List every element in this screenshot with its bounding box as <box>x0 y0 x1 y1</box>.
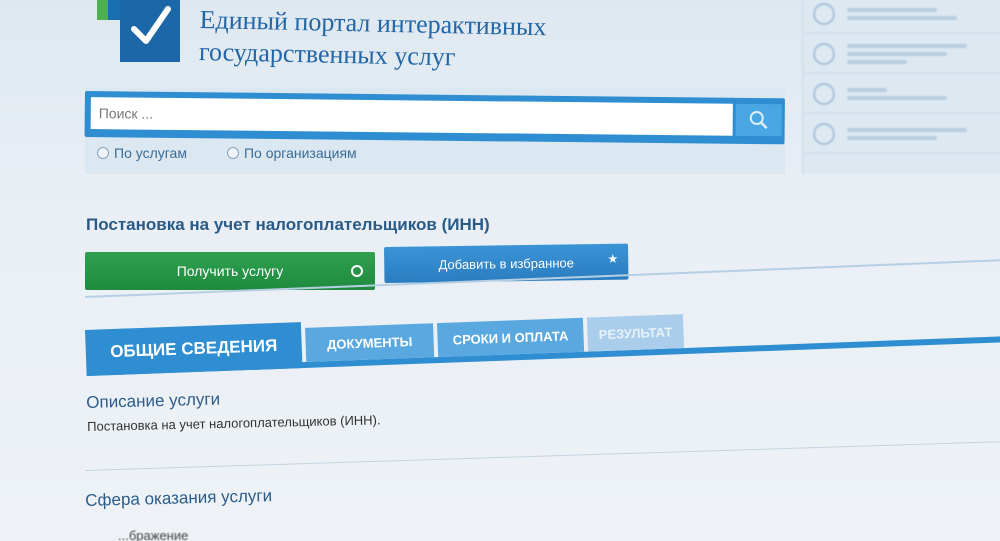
info-item[interactable] <box>803 34 1000 74</box>
description-heading: Описание услуги <box>86 389 221 412</box>
star-icon: ★ <box>607 251 619 266</box>
radio-button[interactable] <box>226 147 239 159</box>
search-button[interactable] <box>735 103 782 137</box>
logo[interactable] <box>120 0 180 62</box>
add-favorite-label: Добавить в избранное <box>438 254 575 272</box>
scope-text: ...бражение <box>118 528 189 541</box>
info-icon <box>813 2 835 25</box>
circle-arrow-icon <box>351 265 363 277</box>
divider <box>85 440 1000 471</box>
scope-heading: Сфера оказания услуги <box>85 486 273 510</box>
portal-title[interactable]: Единый портал интерактивных государствен… <box>199 4 547 75</box>
info-item[interactable] <box>803 0 1000 34</box>
tab-terms-payment[interactable]: СРОКИ И ОПЛАТА <box>436 317 585 358</box>
radio-by-organizations[interactable]: По организациям <box>226 145 357 161</box>
tab-documents[interactable]: ДОКУМЕНТЫ <box>305 323 435 362</box>
search-icon <box>749 111 768 130</box>
checkmark-icon <box>131 6 171 44</box>
search-panel: По услугам По организациям <box>84 88 785 174</box>
search-input[interactable] <box>90 97 733 136</box>
info-panel <box>802 0 1000 174</box>
contact-icon <box>813 42 835 65</box>
get-service-label: Получить услугу <box>176 263 284 279</box>
radio-by-services[interactable]: По услугам <box>97 145 187 161</box>
radio-button[interactable] <box>97 147 109 159</box>
description-text: Постановка на учет налогоплательщиков (И… <box>87 412 381 434</box>
tab-bar: ОБЩИЕ СВЕДЕНИЯ ДОКУМЕНТЫ СРОКИ И ОПЛАТА … <box>85 296 1000 382</box>
radio-label: По услугам <box>114 145 187 161</box>
info-item[interactable] <box>803 74 1000 114</box>
service-title: Постановка на учет налогоплательщиков (И… <box>86 215 490 234</box>
tab-result[interactable]: РЕЗУЛЬТАТ <box>586 314 685 352</box>
radio-label: По организациям <box>243 145 357 161</box>
document-icon <box>813 122 835 145</box>
tab-general-info[interactable]: ОБЩИЕ СВЕДЕНИЯ <box>85 322 303 376</box>
phone-icon <box>813 82 835 105</box>
info-item[interactable] <box>803 114 1000 154</box>
search-scope: По услугам По организациям <box>97 145 357 161</box>
search-bar <box>84 91 785 145</box>
get-service-button[interactable]: Получить услугу <box>85 252 375 290</box>
